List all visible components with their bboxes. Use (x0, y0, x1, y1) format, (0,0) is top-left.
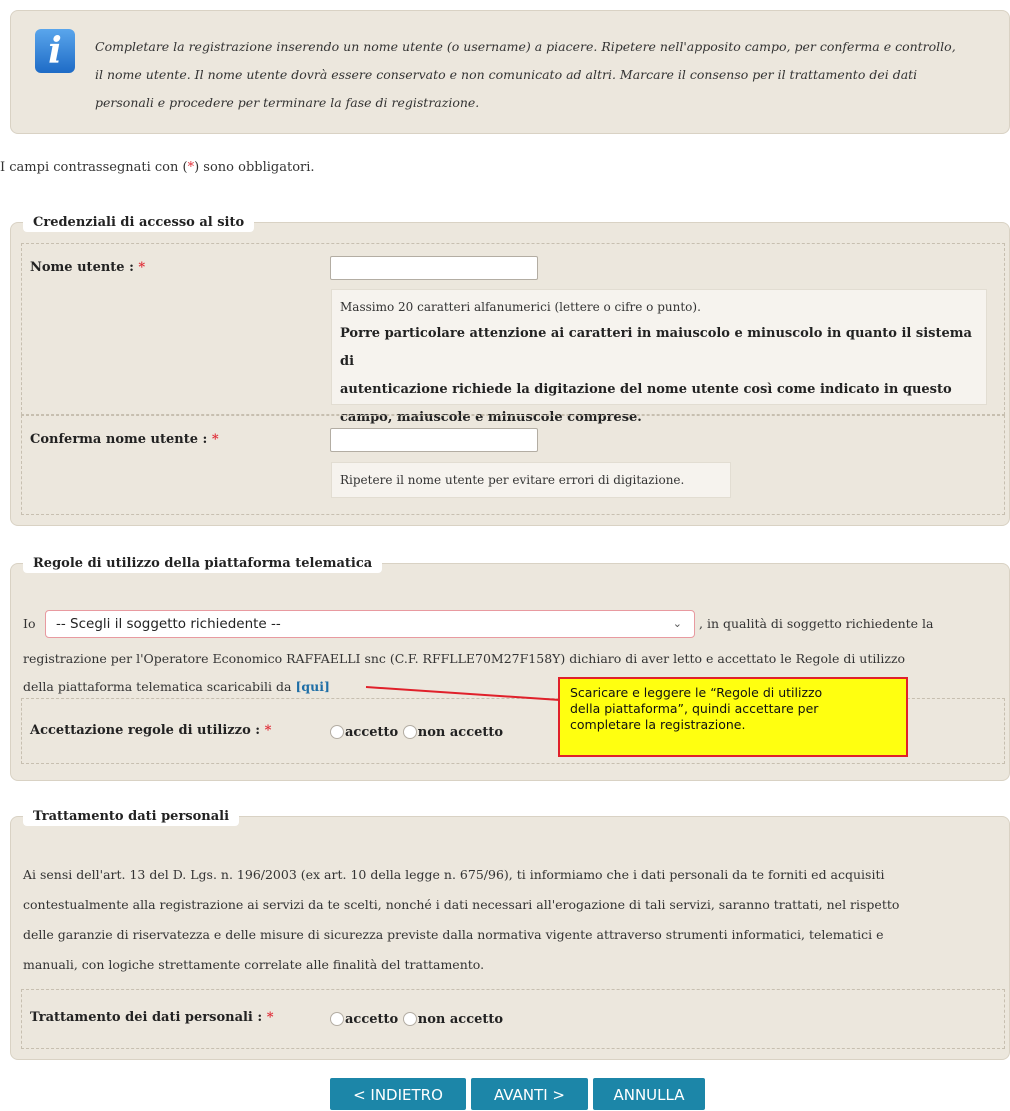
privacy-text-line: contestualmente alla registrazione ai se… (23, 897, 900, 912)
info-line: il nome utente. Il nome utente dovrà ess… (95, 67, 918, 82)
confirm-label-text: Conferma nome utente : (30, 432, 208, 447)
info-box: i Completare la registrazione inserendo … (10, 10, 1010, 134)
mandatory-note-prefix: I campi contrassegnati con ( (0, 160, 188, 175)
accept-option-label: accetto (345, 725, 399, 740)
privacy-text-line: delle garanzie di riservatezza e delle m… (23, 927, 884, 942)
username-label: Nome utente : * (30, 260, 145, 275)
required-star: * (266, 1010, 274, 1025)
privacy-text-line: manuali, con logiche strettamente correl… (23, 957, 485, 972)
reject-option-label: non accetto (417, 1012, 504, 1027)
privacy-radio-reject[interactable] (402, 1012, 417, 1026)
callout-line: Scaricare e leggere le “Regole di utiliz… (570, 685, 823, 700)
next-button[interactable]: AVANTI > (471, 1078, 588, 1110)
info-line: Completare la registrazione inserendo un… (95, 39, 956, 54)
applicant-select[interactable]: -- Scegli il soggetto richiedente -- ⌄ (45, 610, 695, 638)
username-label-text: Nome utente : (30, 260, 134, 275)
applicant-select-value: -- Scegli il soggetto richiedente -- (56, 616, 281, 632)
callout-line: completare la registrazione. (570, 717, 746, 732)
accept-rules-radio-reject[interactable] (402, 725, 417, 739)
confirm-username-input[interactable] (330, 428, 538, 452)
mandatory-note-suffix: ) sono obbligatori. (194, 160, 315, 175)
username-input[interactable] (330, 256, 538, 280)
rules-text-line3: della piattaforma telematica scaricabili… (23, 679, 292, 694)
accept-rules-radio-accept[interactable] (330, 725, 344, 739)
username-hint-bold: Porre particolare attenzione ai caratter… (340, 326, 972, 369)
privacy-legend: Trattamento dati personali (23, 807, 240, 826)
required-star: * (211, 432, 219, 447)
privacy-consent-row: Trattamento dei dati personali : * accet… (21, 989, 1005, 1049)
required-star: * (264, 723, 272, 738)
cancel-button[interactable]: ANNULLA (593, 1078, 705, 1110)
rules-legend: Regole di utilizzo della piattaforma tel… (23, 554, 383, 573)
rules-download-link[interactable]: [qui] (295, 679, 329, 694)
username-hint-line: Massimo 20 caratteri alfanumerici (lette… (340, 300, 701, 314)
reject-option-label: non accetto (417, 725, 504, 740)
info-text: Completare la registrazione inserendo un… (95, 33, 1000, 117)
rules-text-after-select: , in qualità di soggetto richiedente la (699, 616, 934, 631)
mandatory-note: I campi contrassegnati con (*) sono obbl… (0, 160, 315, 175)
confirm-row: Conferma nome utente : * Ripetere il nom… (21, 415, 1005, 515)
privacy-text-line: Ai sensi dell'art. 13 del D. Lgs. n. 196… (23, 867, 885, 882)
confirm-label: Conferma nome utente : * (30, 432, 219, 447)
username-row: Nome utente : * Massimo 20 caratteri alf… (21, 243, 1005, 425)
accept-option-label: accetto (345, 1012, 399, 1027)
privacy-consent-options: accetto non accetto (330, 1012, 503, 1027)
required-star: * (138, 260, 146, 275)
confirm-hint: Ripetere il nome utente per evitare erro… (331, 462, 731, 498)
info-line: personali e procedere per terminare la f… (95, 95, 480, 110)
info-icon: i (35, 29, 75, 73)
chevron-down-icon: ⌄ (672, 617, 682, 630)
confirm-hint-text: Ripetere il nome utente per evitare erro… (340, 473, 685, 487)
credentials-legend: Credenziali di accesso al sito (23, 213, 255, 232)
privacy-radio-accept[interactable] (330, 1012, 344, 1026)
accept-rules-label: Accettazione regole di utilizzo : * (30, 723, 271, 738)
credentials-fieldset: Credenziali di accesso al sito Nome uten… (10, 213, 1010, 526)
privacy-consent-label: Trattamento dei dati personali : * (30, 1010, 274, 1025)
back-button[interactable]: < INDIETRO (330, 1078, 466, 1110)
accept-rules-options: accetto non accetto (330, 725, 503, 740)
username-hint: Massimo 20 caratteri alfanumerici (lette… (331, 289, 987, 425)
callout-line: della piattaforma”, quindi accettare per (570, 701, 819, 716)
privacy-fieldset: Trattamento dati personali Ai sensi dell… (10, 807, 1010, 1060)
rules-io-label: Io (23, 616, 36, 631)
privacy-consent-label-text: Trattamento dei dati personali : (30, 1010, 263, 1025)
username-hint-bold: autenticazione richiede la digitazione d… (340, 382, 952, 397)
rules-text-line: registrazione per l'Operatore Economico … (23, 651, 906, 666)
rules-text-line: della piattaforma telematica scaricabili… (23, 673, 330, 701)
callout-note: Scaricare e leggere le “Regole di utiliz… (558, 677, 908, 757)
accept-rules-label-text: Accettazione regole di utilizzo : (30, 723, 261, 738)
